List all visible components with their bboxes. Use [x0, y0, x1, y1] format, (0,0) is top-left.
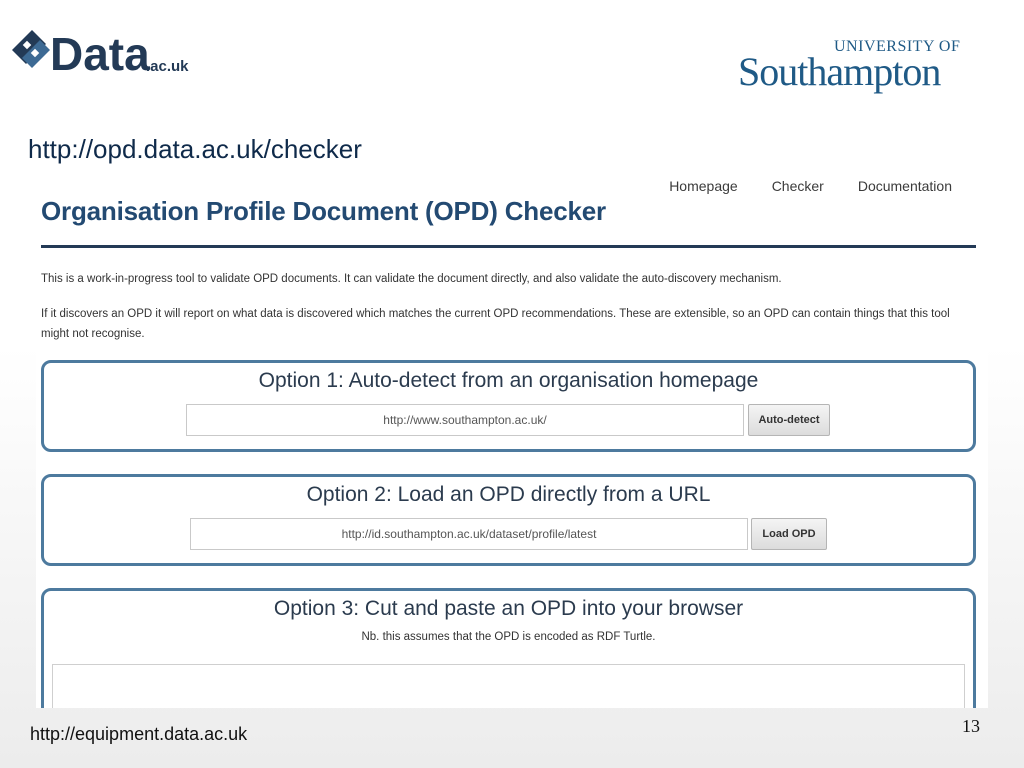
- load-opd-button[interactable]: Load OPD: [751, 518, 827, 550]
- option-3-note: Nb. this assumes that the OPD is encoded…: [361, 631, 656, 643]
- homepage-url-input[interactable]: http://www.southampton.ac.uk/: [186, 404, 744, 436]
- southampton-logo: UNIVERSITY OF Southampton: [738, 38, 988, 98]
- nav-documentation[interactable]: Documentation: [858, 178, 952, 194]
- option-1-panel: Option 1: Auto-detect from an organisati…: [41, 360, 976, 452]
- option-1-heading: Option 1: Auto-detect from an organisati…: [258, 369, 759, 392]
- opd-url-input[interactable]: http://id.southampton.ac.uk/dataset/prof…: [190, 518, 748, 550]
- nav-homepage[interactable]: Homepage: [669, 178, 738, 194]
- data-suffix: .ac.uk: [146, 58, 189, 75]
- data-wordmark: Data: [50, 28, 150, 76]
- top-nav: Homepage Checker Documentation: [669, 178, 952, 194]
- intro-paragraph-2: If it discovers an OPD it will report on…: [41, 308, 950, 340]
- option-2-panel: Option 2: Load an OPD directly from a UR…: [41, 474, 976, 566]
- intro-paragraph-1: This is a work-in-progress tool to valid…: [41, 273, 782, 285]
- footer-url: http://equipment.data.ac.uk: [30, 724, 248, 744]
- nav-checker[interactable]: Checker: [772, 178, 824, 194]
- option-3-panel: Option 3: Cut and paste an OPD into your…: [41, 588, 976, 708]
- logo-southampton: Southampton: [738, 49, 941, 94]
- option-3-heading: Option 3: Cut and paste an OPD into your…: [273, 597, 744, 620]
- page-title: Organisation Profile Document (OPD) Chec…: [41, 196, 606, 226]
- option-2-heading: Option 2: Load an OPD directly from a UR…: [306, 483, 711, 506]
- slide-url-heading: http://opd.data.ac.uk/checker: [28, 134, 362, 164]
- opd-paste-textarea[interactable]: [52, 664, 965, 708]
- title-divider: [41, 245, 976, 248]
- slide-page-number: 13: [962, 716, 980, 736]
- checker-screenshot: Homepage Checker Documentation Organisat…: [36, 168, 988, 708]
- auto-detect-button[interactable]: Auto-detect: [748, 404, 830, 436]
- data-ac-uk-logo: Data .ac.uk: [10, 28, 200, 80]
- diamond-logo-icon: [12, 30, 50, 68]
